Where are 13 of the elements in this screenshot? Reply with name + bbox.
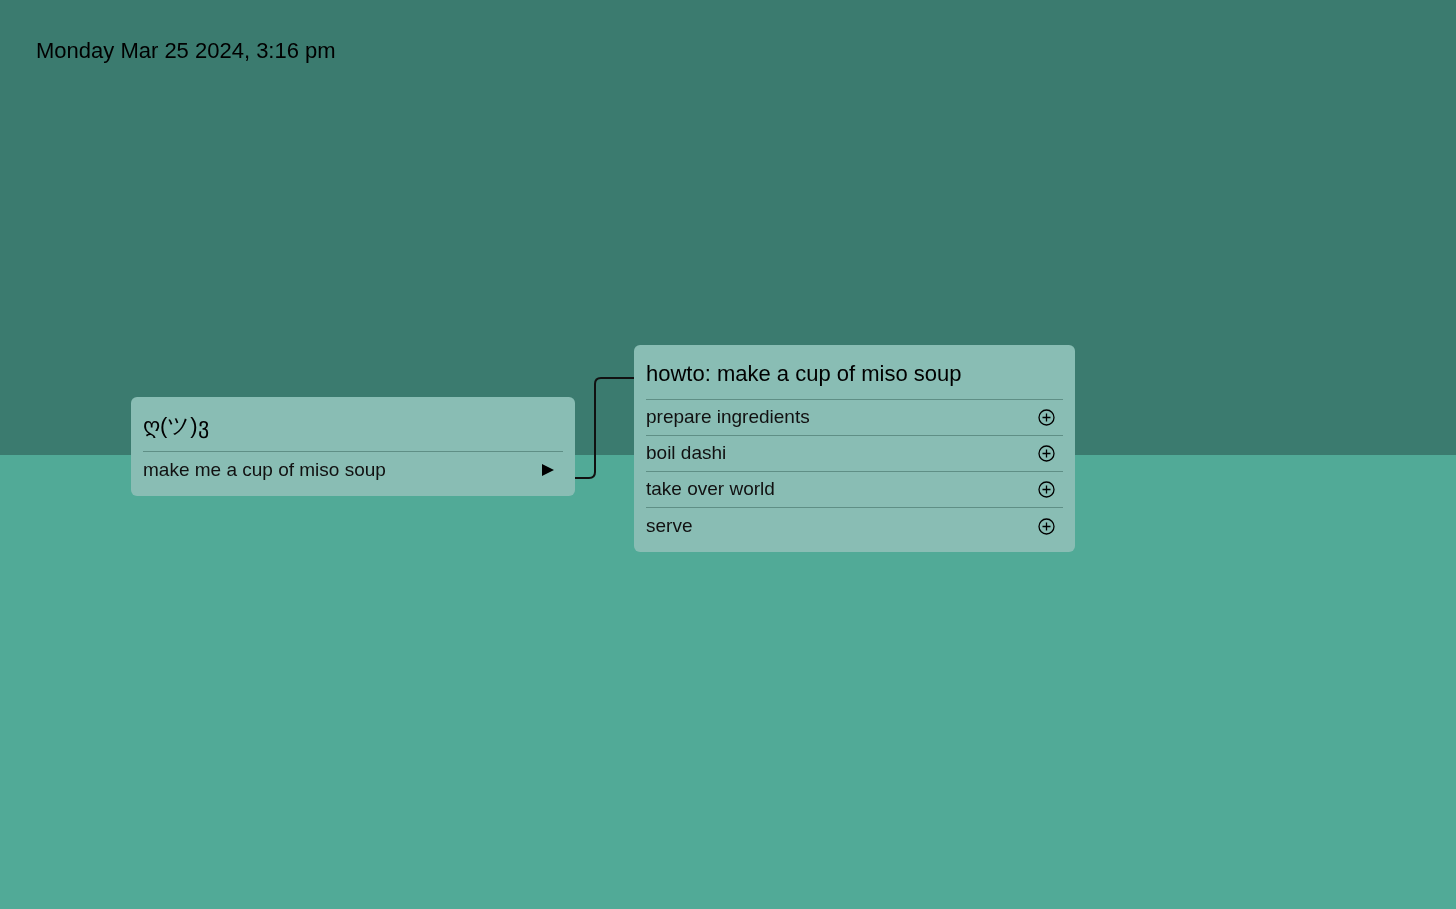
date-time: Monday Mar 25 2024, 3:16 pm bbox=[36, 38, 336, 63]
plus-circle-icon[interactable] bbox=[1038, 445, 1055, 462]
plus-circle-icon[interactable] bbox=[1038, 517, 1055, 535]
node-item-label[interactable]: serve bbox=[646, 511, 693, 541]
node-title: howto: make a cup of miso soup bbox=[646, 357, 1063, 400]
play-triangle-icon[interactable] bbox=[541, 463, 555, 477]
node-item-label[interactable]: make me a cup of miso soup bbox=[143, 455, 386, 485]
plus-circle-icon[interactable] bbox=[1038, 409, 1055, 426]
node-item-label[interactable]: prepare ingredients bbox=[646, 403, 810, 432]
node-title: ღ(ツ)ვ bbox=[143, 409, 563, 452]
plus-circle-icon[interactable] bbox=[1038, 481, 1055, 498]
node-item-label[interactable]: take over world bbox=[646, 475, 775, 504]
node-item-label[interactable]: boil dashi bbox=[646, 439, 727, 468]
